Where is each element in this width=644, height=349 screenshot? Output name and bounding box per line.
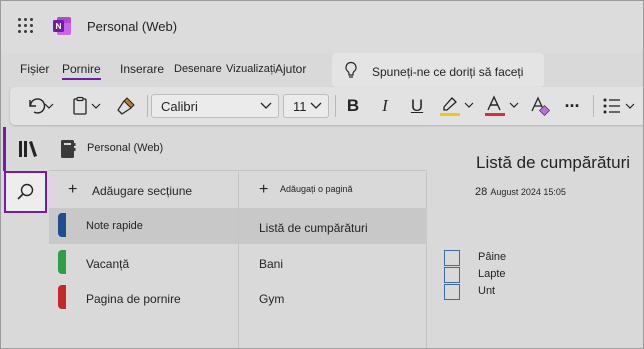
section-item[interactable]: Note rapide (49, 208, 238, 244)
font-name-select[interactable]: Calibri (151, 94, 279, 118)
page-title[interactable]: Listă de cumpărături (476, 153, 630, 173)
notebook-header[interactable]: Personal (Web) (49, 127, 427, 171)
notebook-title: Personal (Web) (87, 142, 164, 154)
page-item[interactable]: Gym (239, 279, 427, 315)
app-window: Personal (Web) Fișier Pornire Inserare D… (0, 0, 644, 349)
app-title: Personal (Web) (87, 19, 178, 34)
notebooks-icon (18, 141, 37, 157)
divider (593, 95, 594, 117)
plus-icon: + (68, 181, 78, 198)
todo-text[interactable]: Unt (478, 285, 495, 297)
sections-pane: + Adăugare secțiune Note rapide Vacanță … (49, 172, 239, 348)
section-color-tab (58, 250, 66, 274)
notebook-icon (61, 140, 76, 158)
add-page-label: Adăugați o pagină (280, 184, 353, 194)
ribbon-toolbar: Calibri 11 B I U ··· (10, 87, 643, 125)
section-item[interactable]: Vacanță (49, 245, 238, 281)
font-color-button[interactable] (482, 94, 522, 118)
bold-button[interactable]: B (342, 94, 364, 118)
italic-button[interactable]: I (374, 94, 396, 118)
format-painter-button[interactable] (114, 94, 138, 118)
tab-file[interactable]: Fișier (20, 62, 49, 76)
chevron-down-icon (260, 102, 272, 109)
paste-button[interactable] (69, 94, 105, 118)
page-item[interactable]: Bani (239, 244, 427, 280)
font-size-value: 11 (293, 99, 307, 114)
page-date: 28 August 2024 15:05 (475, 186, 566, 198)
section-color-tab (58, 285, 66, 309)
tab-view[interactable]: Vizualizați (226, 63, 275, 75)
notebooks-button[interactable] (3, 127, 49, 171)
undo-button[interactable] (23, 94, 59, 118)
plus-icon: + (259, 181, 269, 198)
clear-formatting-button[interactable] (528, 94, 552, 118)
pages-pane: + Adăugați o pagină Listă de cumpărături… (239, 172, 427, 348)
todo-checkbox[interactable] (444, 267, 460, 283)
page-date-rest: August 2024 15:05 (490, 187, 566, 197)
todo-checkbox[interactable] (444, 284, 460, 300)
highlight-button[interactable] (437, 94, 477, 118)
font-size-select[interactable]: 11 (283, 94, 329, 118)
chevron-down-icon (310, 102, 322, 109)
format-painter-icon (117, 97, 135, 115)
bullets-icon (603, 98, 635, 114)
tab-help[interactable]: Ajutor (275, 62, 306, 76)
waffle-icon[interactable] (18, 18, 34, 34)
tab-draw[interactable]: Desenare (174, 63, 222, 75)
todo-text[interactable]: Pâine (478, 251, 506, 263)
page-label: Listă de cumpărături (259, 221, 368, 235)
page-label: Bani (259, 257, 284, 271)
tell-me-text: Spuneți-ne ce doriți să faceți (372, 65, 524, 79)
onenote-logo-icon (53, 17, 71, 35)
divider (335, 95, 336, 117)
underline-button[interactable]: U (406, 94, 428, 118)
bullets-button[interactable] (601, 94, 641, 118)
section-label: Vacanță (86, 257, 130, 271)
tab-insert[interactable]: Inserare (120, 62, 164, 76)
tab-home[interactable]: Pornire (62, 62, 101, 80)
section-label: Note rapide (86, 220, 143, 232)
add-section-label: Adăugare secțiune (92, 184, 193, 198)
more-options-button[interactable]: ··· (561, 94, 583, 118)
page-canvas[interactable]: Listă de cumpărături 28 August 2024 15:0… (428, 127, 643, 348)
font-color-icon (485, 95, 519, 116)
clipboard-icon (73, 96, 101, 115)
divider (147, 95, 148, 117)
undo-icon (29, 98, 54, 114)
todo-text[interactable]: Lapte (478, 268, 506, 280)
font-name-value: Calibri (161, 99, 198, 114)
page-label: Gym (259, 292, 285, 306)
search-icon (16, 183, 33, 200)
search-button[interactable] (4, 171, 47, 213)
tell-me-box[interactable]: Spuneți-ne ce doriți să faceți (332, 53, 544, 87)
title-bar: Personal (Web) (1, 1, 643, 53)
page-date-day: 28 (475, 186, 488, 198)
section-item[interactable]: Pagina de pornire (49, 280, 238, 316)
section-label: Pagina de pornire (86, 292, 181, 306)
lightbulb-icon (345, 61, 357, 78)
section-color-tab (58, 213, 66, 237)
clear-formatting-icon (531, 96, 551, 117)
page-item[interactable]: Listă de cumpărături (239, 208, 427, 244)
highlighter-icon (440, 97, 474, 116)
todo-checkbox[interactable] (444, 250, 460, 266)
ribbon-tabs: Fișier Pornire Inserare Desenare Vizuali… (1, 53, 643, 83)
